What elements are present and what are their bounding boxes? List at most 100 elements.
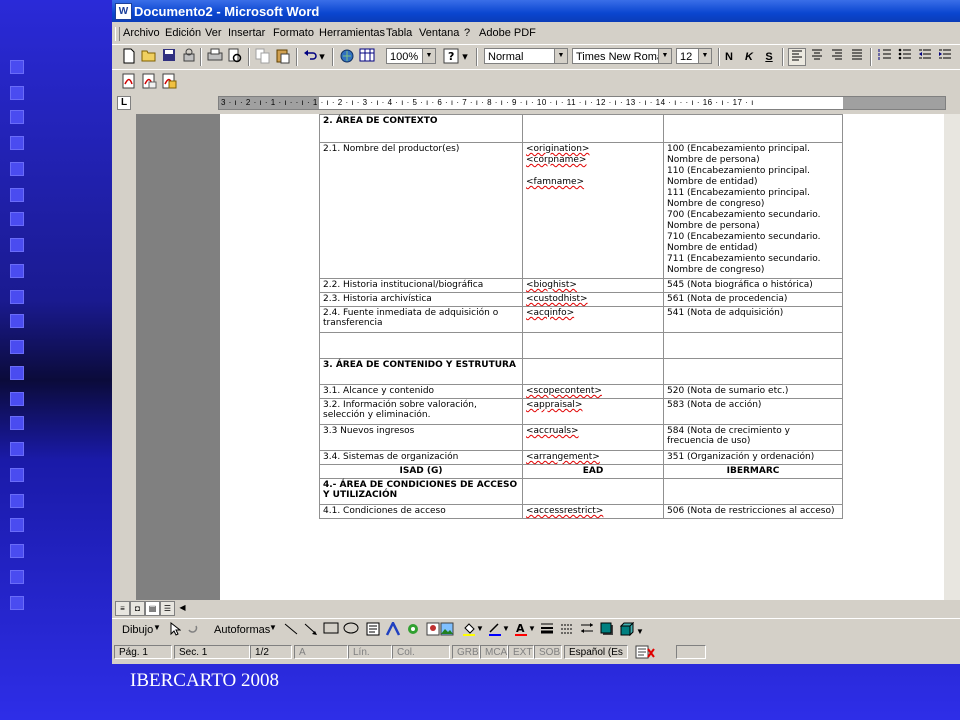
numbering-icon[interactable] (876, 48, 894, 66)
table-row[interactable]: 4.1. Condiciones de acceso <accessrestric… (319, 504, 843, 519)
free-rotate-icon[interactable] (184, 622, 202, 640)
arrow-style-icon[interactable] (578, 622, 596, 640)
text-box-icon[interactable] (364, 622, 382, 640)
table-row[interactable]: 2.1. Nombre del productor(es) <originatio… (319, 142, 843, 279)
menu-help[interactable]: ? (464, 27, 470, 39)
table-row[interactable]: 2.3. Historia archivística <custodhist> 56… (319, 292, 843, 307)
undo-dropdown-icon[interactable]: ▾ (317, 48, 327, 66)
table-cell[interactable]: 100 (Encabezamiento principal. Nombre de … (663, 142, 843, 279)
autoshapes-dropdown-icon[interactable]: ▼ (269, 623, 277, 632)
table-cell[interactable]: IBERMARC (663, 464, 843, 479)
italic-button[interactable]: K (740, 48, 758, 66)
table-cell[interactable]: 3.4. Sistemas de organización (319, 450, 523, 465)
convert-review-pdf-icon[interactable] (160, 73, 178, 91)
autoshapes-menu-button[interactable]: Autoformas (214, 624, 270, 636)
diagram-icon[interactable] (404, 622, 422, 640)
table-cell[interactable]: 3. ÁREA DE CONTENIDO Y ESTRUTURA (319, 358, 523, 385)
dash-style-icon[interactable] (558, 622, 576, 640)
chevron-down-icon[interactable]: ▼ (422, 49, 435, 63)
table-cell[interactable]: <scopecontent> (522, 384, 664, 399)
table-cell[interactable]: <accruals> (522, 424, 664, 451)
draw-menu-button[interactable]: Dibujo (122, 624, 153, 636)
table-cell[interactable]: 541 (Nota de adquisición) (663, 306, 843, 333)
chevron-down-icon[interactable]: ▼ (554, 49, 567, 63)
table-cell[interactable]: 351 (Organización y ordenación) (663, 450, 843, 465)
bold-button[interactable]: N (720, 48, 738, 66)
table-cell[interactable]: <acqinfo> (522, 306, 664, 333)
insert-picture-icon[interactable] (438, 622, 456, 640)
table-cell[interactable]: 584 (Nota de crecimiento y frecuencia de… (663, 424, 843, 451)
align-left-icon[interactable] (788, 48, 806, 66)
table-cell[interactable]: <arrangement> (522, 450, 664, 465)
table-cell[interactable] (522, 114, 664, 143)
print-preview-icon[interactable] (226, 48, 244, 66)
convert-to-pdf-icon[interactable] (120, 73, 138, 91)
copy-icon[interactable] (254, 48, 272, 66)
table-row[interactable] (319, 332, 843, 359)
line-style-icon[interactable] (538, 622, 556, 640)
table-row[interactable]: 3. ÁREA DE CONTENIDO Y ESTRUTURA (319, 358, 843, 385)
table-row[interactable]: 2. ÁREA DE CONTEXTO (319, 114, 843, 143)
justify-icon[interactable] (848, 48, 866, 66)
open-folder-icon[interactable] (140, 48, 158, 66)
table-row[interactable]: 4.- ÁREA DE CONDICIONES DE ACCESO Y UTIL… (319, 478, 843, 505)
table-cell[interactable]: ISAD (G) (319, 464, 523, 479)
table-cell[interactable]: <appraisal> (522, 398, 664, 425)
table-cell[interactable]: 506 (Nota de restricciones al acceso) (663, 504, 843, 519)
horizontal-ruler[interactable]: 3 · ı · 2 · ı · 1 · ı · · ı · 1 · ı · 2 … (218, 96, 946, 110)
table-cell[interactable] (663, 358, 843, 385)
table-cell[interactable]: <origination> <corpname> <famname> (522, 142, 664, 279)
menu-formato[interactable]: Formato (273, 27, 314, 39)
menu-adobe-pdf[interactable]: Adobe PDF (479, 27, 536, 39)
vertical-scrollbar[interactable] (944, 114, 960, 600)
align-right-icon[interactable] (828, 48, 846, 66)
table-cell[interactable] (522, 332, 664, 359)
chevron-down-icon[interactable]: ▼ (698, 49, 711, 63)
font-size-select[interactable]: 12 ▼ (676, 48, 712, 64)
help-icon[interactable]: ? (442, 48, 460, 66)
chevron-down-icon[interactable]: ▼ (658, 49, 671, 63)
normal-view-icon[interactable]: ≡ (115, 601, 130, 616)
table-icon[interactable] (358, 48, 376, 66)
horizontal-scrollbar[interactable]: ≡ ◘ ▤ ☰ ◀ (112, 600, 960, 616)
table-row[interactable]: 3.2. Información sobre valoración, selec… (319, 398, 843, 425)
hyperlink-icon[interactable] (338, 48, 356, 66)
print-layout-icon[interactable]: ▤ (145, 601, 160, 616)
shadow-style-icon[interactable] (598, 622, 616, 640)
table-cell[interactable]: 2.2. Historia institucional/biográfica (319, 278, 523, 293)
table-cell[interactable]: 3.2. Información sobre valoración, selec… (319, 398, 523, 425)
table-header-row[interactable]: ISAD (G) EAD IBERMARC (319, 464, 843, 479)
table-row[interactable]: 3.1. Alcance y contenido <scopecontent> 52… (319, 384, 843, 399)
save-icon[interactable] (160, 48, 178, 66)
increase-indent-icon[interactable] (936, 48, 954, 66)
status-track-changes[interactable]: MCA (480, 645, 508, 659)
arrow-tool-icon[interactable] (302, 622, 320, 640)
table-cell[interactable] (319, 332, 523, 359)
3d-style-icon[interactable] (618, 621, 636, 640)
scroll-left-icon[interactable]: ◀ (176, 601, 189, 614)
fill-color-dropdown-icon[interactable]: ▼ (476, 624, 484, 633)
table-row[interactable]: 2.2. Historia institucional/biográfica <b… (319, 278, 843, 293)
table-cell[interactable]: 2.3. Historia archivística (319, 292, 523, 307)
menu-edicion[interactable]: Edición (165, 27, 201, 39)
table-cell[interactable] (663, 332, 843, 359)
table-cell[interactable] (663, 114, 843, 143)
menu-ventana[interactable]: Ventana (419, 27, 459, 39)
line-color-dropdown-icon[interactable]: ▼ (502, 624, 510, 633)
menu-ver[interactable]: Ver (205, 27, 222, 39)
mapping-table[interactable]: 2. ÁREA DE CONTEXTO 2.1. Nombre del produ… (319, 114, 843, 519)
oval-tool-icon[interactable] (342, 622, 360, 640)
status-language[interactable]: Español (Es (564, 645, 628, 659)
wordart-icon[interactable] (384, 620, 402, 640)
table-cell[interactable] (522, 358, 664, 385)
table-cell[interactable]: 3.1. Alcance y contenido (319, 384, 523, 399)
menu-herramientas[interactable]: Herramientas (319, 27, 385, 39)
table-cell[interactable] (522, 478, 664, 505)
table-cell[interactable]: 3.3 Nuevos ingresos (319, 424, 523, 451)
table-cell[interactable]: 2. ÁREA DE CONTEXTO (319, 114, 523, 143)
select-objects-icon[interactable] (166, 621, 184, 640)
spelling-status-icon[interactable] (630, 645, 674, 659)
toolbar-options-icon[interactable]: ▼ (636, 627, 644, 636)
permission-icon[interactable] (180, 48, 198, 66)
paste-icon[interactable] (274, 48, 292, 66)
